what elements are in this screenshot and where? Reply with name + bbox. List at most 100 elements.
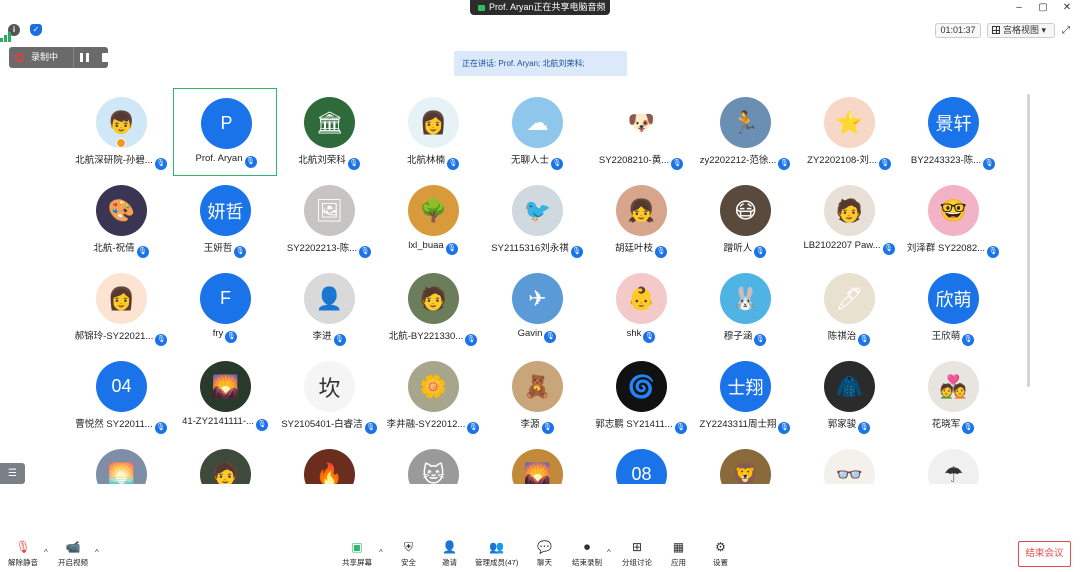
chat-button[interactable]: 💬 聊天 xyxy=(537,541,552,568)
share-options-caret-icon[interactable]: ^ xyxy=(379,548,383,557)
participant-name: 李进 xyxy=(312,331,332,342)
avatar: 💑 xyxy=(928,361,979,412)
participants-button[interactable]: 👥 管理成员(47) xyxy=(475,541,518,568)
avatar-image: 👶 xyxy=(627,285,656,311)
start-video-button[interactable]: 📹 开启视频 xyxy=(58,541,88,568)
apps-button[interactable]: ▦ 应用 xyxy=(671,541,686,568)
participant-tile[interactable]: 🌄 xyxy=(485,440,589,484)
security-button[interactable]: ⛨ 安全 xyxy=(401,541,416,568)
participant-tile[interactable]: 04 曹悦然 SY22011... 🎙 xyxy=(69,352,173,440)
avatar-image: ⭐ xyxy=(835,109,864,135)
participant-tile[interactable]: 🦁 xyxy=(693,440,797,484)
participant-name: 无聊人士 xyxy=(510,155,549,166)
participant-tile[interactable]: 🤓 刘泽群 SY22082... 🎙 xyxy=(901,176,1005,264)
video-options-caret-icon[interactable]: ^ xyxy=(95,548,99,557)
participant-tile[interactable]: 景轩 BY2243323-陈... 🎙 xyxy=(901,88,1005,176)
end-recording-button[interactable]: ⏺ 结束录制 xyxy=(572,541,602,568)
participant-tile[interactable]: 🧑 xyxy=(173,440,277,484)
participant-tile[interactable]: ⭐ ZY2202108-刘... 🎙 xyxy=(797,88,901,176)
participant-tile[interactable]: 🧑 北航-BY221330... 🎙 xyxy=(381,264,485,352)
participant-tile[interactable]: 🖼 SY2202213-陈... 🎙 xyxy=(277,176,381,264)
participant-name-row: 郭家骏 🎙 xyxy=(797,416,901,434)
participant-tile[interactable]: 👤 李进 🎙 xyxy=(277,264,381,352)
view-mode-button[interactable]: 宫格视图 ▾ xyxy=(987,23,1055,38)
participant-tile[interactable]: 👩 北航林楠 🎙 xyxy=(381,88,485,176)
pause-recording-button[interactable] xyxy=(80,53,89,62)
avatar-image: ☁ xyxy=(526,109,549,135)
participant-tile[interactable]: 🔥 xyxy=(277,440,381,484)
avatar: 🌳 xyxy=(408,185,459,236)
invite-button[interactable]: 👤 邀请 xyxy=(442,541,457,568)
participant-name-row: 北航林楠 🎙 xyxy=(381,152,485,170)
avatar: 🐦 xyxy=(512,185,563,236)
settings-button[interactable]: ⚙ 设置 xyxy=(713,541,728,568)
grid-scrollbar[interactable] xyxy=(1027,94,1030,387)
participant-tile[interactable]: ☂ xyxy=(901,440,1005,484)
participant-tile[interactable]: 🧥 郭家骏 🎙 xyxy=(797,352,901,440)
avatar-image: 🖼 xyxy=(315,197,344,223)
participant-tile[interactable]: 坎 SY2105401-白睿洁 🎙 xyxy=(277,352,381,440)
security-label: 安全 xyxy=(401,558,416,567)
mic-icon: 🎙 xyxy=(544,331,557,343)
participant-tile[interactable]: 妍哲王妍哲 🎙 xyxy=(173,176,277,264)
participant-tile[interactable]: Ffry 🎙 xyxy=(173,264,277,352)
view-mode-label: 宫格视图 xyxy=(1003,25,1040,35)
participant-tile[interactable]: 🧸 李源 🎙 xyxy=(485,352,589,440)
restore-button[interactable]: ▢ xyxy=(1038,2,1048,13)
participant-tile[interactable]: 🎨 北航-祝倩 🎙 xyxy=(69,176,173,264)
participant-tile[interactable]: 🖊 陈祺治 🎙 xyxy=(797,264,901,352)
participant-tile[interactable]: 🌳 lxl_buaa 🎙 xyxy=(381,176,485,264)
recording-options-caret-icon[interactable]: ^ xyxy=(607,548,611,557)
minimize-button[interactable]: – xyxy=(1014,2,1024,13)
participant-tile[interactable]: 🐶 SY2208210-黄... 🎙 xyxy=(589,88,693,176)
participant-tile[interactable]: 👓 xyxy=(797,440,901,484)
participant-tile[interactable]: 🌅 xyxy=(69,440,173,484)
participant-tile[interactable]: 🧑 LB2102207 Paw... 🎙 xyxy=(797,176,901,264)
participant-name-row: 陈祺治 🎙 xyxy=(797,328,901,346)
participant-tile[interactable]: P Prof. Aryan 🎙 xyxy=(173,88,277,176)
mic-icon: 🎙 xyxy=(878,158,891,170)
avatar-image: 🧥 xyxy=(835,373,864,399)
avatar-image: 🌀 xyxy=(627,373,656,399)
participant-tile[interactable]: 🏃 zy2202212-范徐... 🎙 xyxy=(693,88,797,176)
breakout-rooms-button[interactable]: ⊞ 分组讨论 xyxy=(622,541,652,568)
screen-share-banner[interactable]: Prof. Aryan正在共享电脑音频 xyxy=(470,0,610,15)
participant-tile[interactable]: 🌼 李井融-SY22012... 🎙 xyxy=(381,352,485,440)
participant-name: 陈祺治 xyxy=(827,331,857,342)
audio-options-caret-icon[interactable]: ^ xyxy=(44,548,48,557)
participant-tile[interactable]: 👩 郝锦玲-SY22021... 🎙 xyxy=(69,264,173,352)
stop-recording-button[interactable] xyxy=(102,53,111,62)
participant-tile[interactable]: 08 xyxy=(589,440,693,484)
side-panel-toggle[interactable]: ☰ xyxy=(0,463,25,484)
participant-tile[interactable]: 欣萌 王欣萌 🎙 xyxy=(901,264,1005,352)
participant-tile[interactable]: 👶 shk 🎙 xyxy=(589,264,693,352)
participant-name-row: 王妍哲 🎙 xyxy=(173,240,277,258)
participant-tile[interactable]: 🌀 郭志鹏 SY21411... 🎙 xyxy=(589,352,693,440)
mic-icon: 🎙 xyxy=(541,422,554,434)
participant-tile[interactable]: 🐰 穆子涵 🎙 xyxy=(693,264,797,352)
unmute-button[interactable]: 🎙 解除静音 xyxy=(8,541,38,568)
fullscreen-icon[interactable]: ⤢ xyxy=(1062,25,1070,36)
participant-tile[interactable]: ☁ 无聊人士 🎙 xyxy=(485,88,589,176)
participant-tile[interactable]: 🏛 北航刘荣科 🎙 xyxy=(277,88,381,176)
participant-tile[interactable]: 😷 蹭听人 🎙 xyxy=(693,176,797,264)
avatar: 妍哲 xyxy=(200,185,251,236)
participant-tile[interactable]: 🌄 41-ZY2141111-... 🎙 xyxy=(173,352,277,440)
participant-tile[interactable]: 🐱 xyxy=(381,440,485,484)
avatar: 🧑 xyxy=(200,449,251,484)
encryption-shield-icon[interactable]: ✓ xyxy=(30,24,42,36)
participant-tile[interactable]: ✈ Gavin 🎙 xyxy=(485,264,589,352)
participant-tile[interactable]: 👧 胡廷叶枝 🎙 xyxy=(589,176,693,264)
avatar-image: 👓 xyxy=(835,461,864,485)
participant-name: SY2105401-白睿洁 xyxy=(281,419,363,430)
participant-tile[interactable]: 💑 花晓军 🎙 xyxy=(901,352,1005,440)
mic-icon: 🎙 xyxy=(234,246,247,258)
participant-tile[interactable]: 🐦 SY2115316刘永祺 🎙 xyxy=(485,176,589,264)
participant-tile[interactable]: 士翔 ZY2243311周士翔 🎙 xyxy=(693,352,797,440)
close-button[interactable]: ✕ xyxy=(1062,2,1072,13)
participant-tile[interactable]: 👦 北航深研院-孙碧... 🎙 xyxy=(69,88,173,176)
recording-label: 录制中 xyxy=(31,52,59,62)
end-meeting-button[interactable]: 结束会议 xyxy=(1018,541,1071,567)
share-screen-button[interactable]: ▣ 共享屏幕 xyxy=(342,541,372,568)
participant-name-row: zy2202212-范徐... 🎙 xyxy=(693,152,797,170)
